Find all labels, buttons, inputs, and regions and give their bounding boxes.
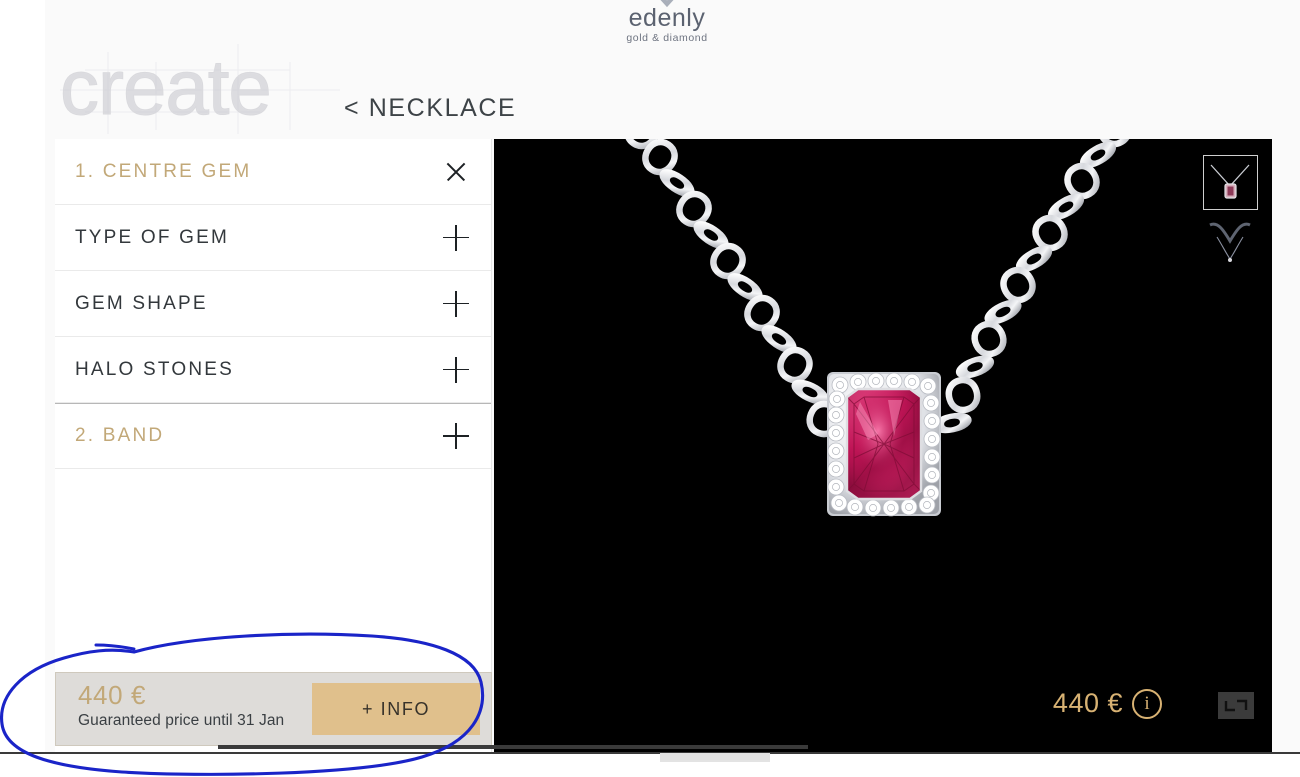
accordion-label-halo-stones: HALO STONES	[75, 358, 234, 380]
price-bar: 440 € Guaranteed price until 31 Jan + IN…	[55, 672, 492, 746]
info-button[interactable]: + INFO	[312, 683, 480, 735]
brand-logo[interactable]: edenly gold & diamond	[612, 0, 722, 44]
fullscreen-glyph	[1224, 699, 1248, 712]
info-icon[interactable]: i	[1132, 688, 1162, 719]
accordion-label-centre-gem: 1. CENTRE GEM	[75, 160, 252, 182]
back-to-necklace-link[interactable]: < NECKLACE	[344, 94, 516, 123]
product-viewer[interactable]: 440 € i	[494, 139, 1272, 752]
viewer-price-amount: 440 €	[1052, 688, 1123, 718]
price-info: 440 € Guaranteed price until 31 Jan	[56, 673, 312, 745]
thumbnail-angle-image	[1204, 217, 1257, 270]
left-gutter	[0, 0, 45, 777]
accordion-row-type-of-gem[interactable]: TYPE OF GEM	[55, 205, 491, 271]
thumbnail-rail	[1203, 155, 1260, 277]
thumbnail-necklace-angle-view[interactable]	[1203, 216, 1258, 271]
thumbnail-necklace-front-view[interactable]	[1203, 155, 1258, 210]
accordion-row-gem-shape[interactable]: GEM SHAPE	[55, 271, 491, 337]
viewer-stage	[494, 139, 1272, 752]
plus-icon[interactable]	[443, 423, 469, 449]
price-amount: 440 €	[78, 680, 147, 710]
close-icon[interactable]	[443, 159, 469, 185]
viewer-price-group: 440 € i	[1053, 688, 1162, 719]
brand-name: edenly	[628, 4, 706, 32]
accordion-label-gem-shape: GEM SHAPE	[75, 292, 208, 314]
brand-tagline: gold & diamond	[626, 32, 708, 44]
thumbnail-front-image	[1204, 156, 1257, 209]
scrollbar-thumb[interactable]	[660, 753, 770, 762]
price-guarantee-note: Guaranteed price until 31 Jan	[78, 712, 285, 730]
horizontal-scrollbar[interactable]	[0, 752, 1300, 766]
plus-icon[interactable]	[443, 290, 469, 317]
accordion-label-type-of-gem: TYPE OF GEM	[75, 226, 230, 248]
plus-icon[interactable]	[443, 356, 469, 383]
necklace-image	[494, 139, 1272, 752]
fullscreen-icon[interactable]	[1218, 692, 1254, 719]
accordion-row-halo-stones[interactable]: HALO STONES	[55, 337, 491, 403]
app-root: edenly gold & diamond create < NECKLACE …	[0, 0, 1300, 777]
plus-icon[interactable]	[443, 224, 469, 251]
panel-shadow	[218, 745, 808, 749]
accordion-row-centre-gem[interactable]: 1. CENTRE GEM	[55, 139, 491, 205]
accordion-row-band[interactable]: 2. BAND	[55, 403, 491, 469]
configurator-panel: 1. CENTRE GEM TYPE OF GEM GEM SHAPE HALO…	[55, 139, 492, 752]
accordion-label-band: 2. BAND	[75, 425, 165, 446]
